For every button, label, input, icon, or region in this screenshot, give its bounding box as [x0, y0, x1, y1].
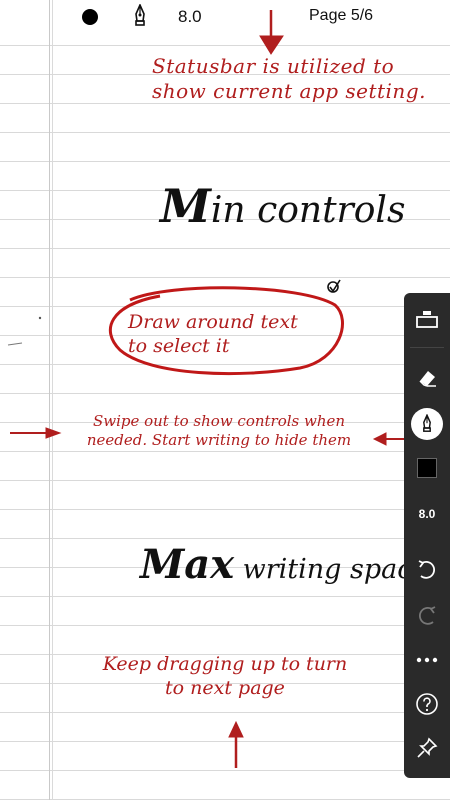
color-swatch	[417, 458, 437, 478]
eraser-icon	[419, 371, 436, 387]
color-button[interactable]	[404, 445, 450, 491]
pin-icon	[417, 737, 438, 758]
help-icon	[416, 693, 438, 715]
lasso-selection	[109, 286, 344, 376]
side-toolbar: 8.0	[404, 293, 450, 778]
more-icon	[416, 657, 438, 663]
arrow-up-icon	[228, 720, 244, 768]
eraser-button[interactable]	[404, 355, 450, 401]
margin-speck-dash	[7, 342, 23, 346]
undo-button[interactable]	[404, 547, 450, 593]
toolbar-divider	[410, 347, 444, 348]
arrow-right-icon	[10, 427, 62, 439]
pen-width-button[interactable]: 8.0	[404, 491, 450, 537]
undo-icon	[418, 560, 436, 579]
redo-icon	[418, 606, 436, 625]
toolbar-toggle-button[interactable]	[404, 297, 450, 343]
toolbar-icon	[416, 311, 438, 328]
pen-icon	[423, 414, 431, 432]
pen-button[interactable]	[404, 401, 450, 447]
margin-speck	[38, 316, 42, 320]
arrow-left-icon	[372, 432, 404, 446]
help-button[interactable]	[404, 681, 450, 727]
pen-selected-indicator	[411, 408, 443, 440]
redo-button[interactable]	[404, 593, 450, 639]
annotation-drawings	[7, 10, 404, 768]
arrow-down-icon	[259, 10, 284, 55]
pen-width-label: 8.0	[418, 507, 436, 521]
pin-button[interactable]	[404, 725, 450, 771]
check-circle-icon	[327, 279, 341, 293]
more-options-button[interactable]	[404, 637, 450, 683]
